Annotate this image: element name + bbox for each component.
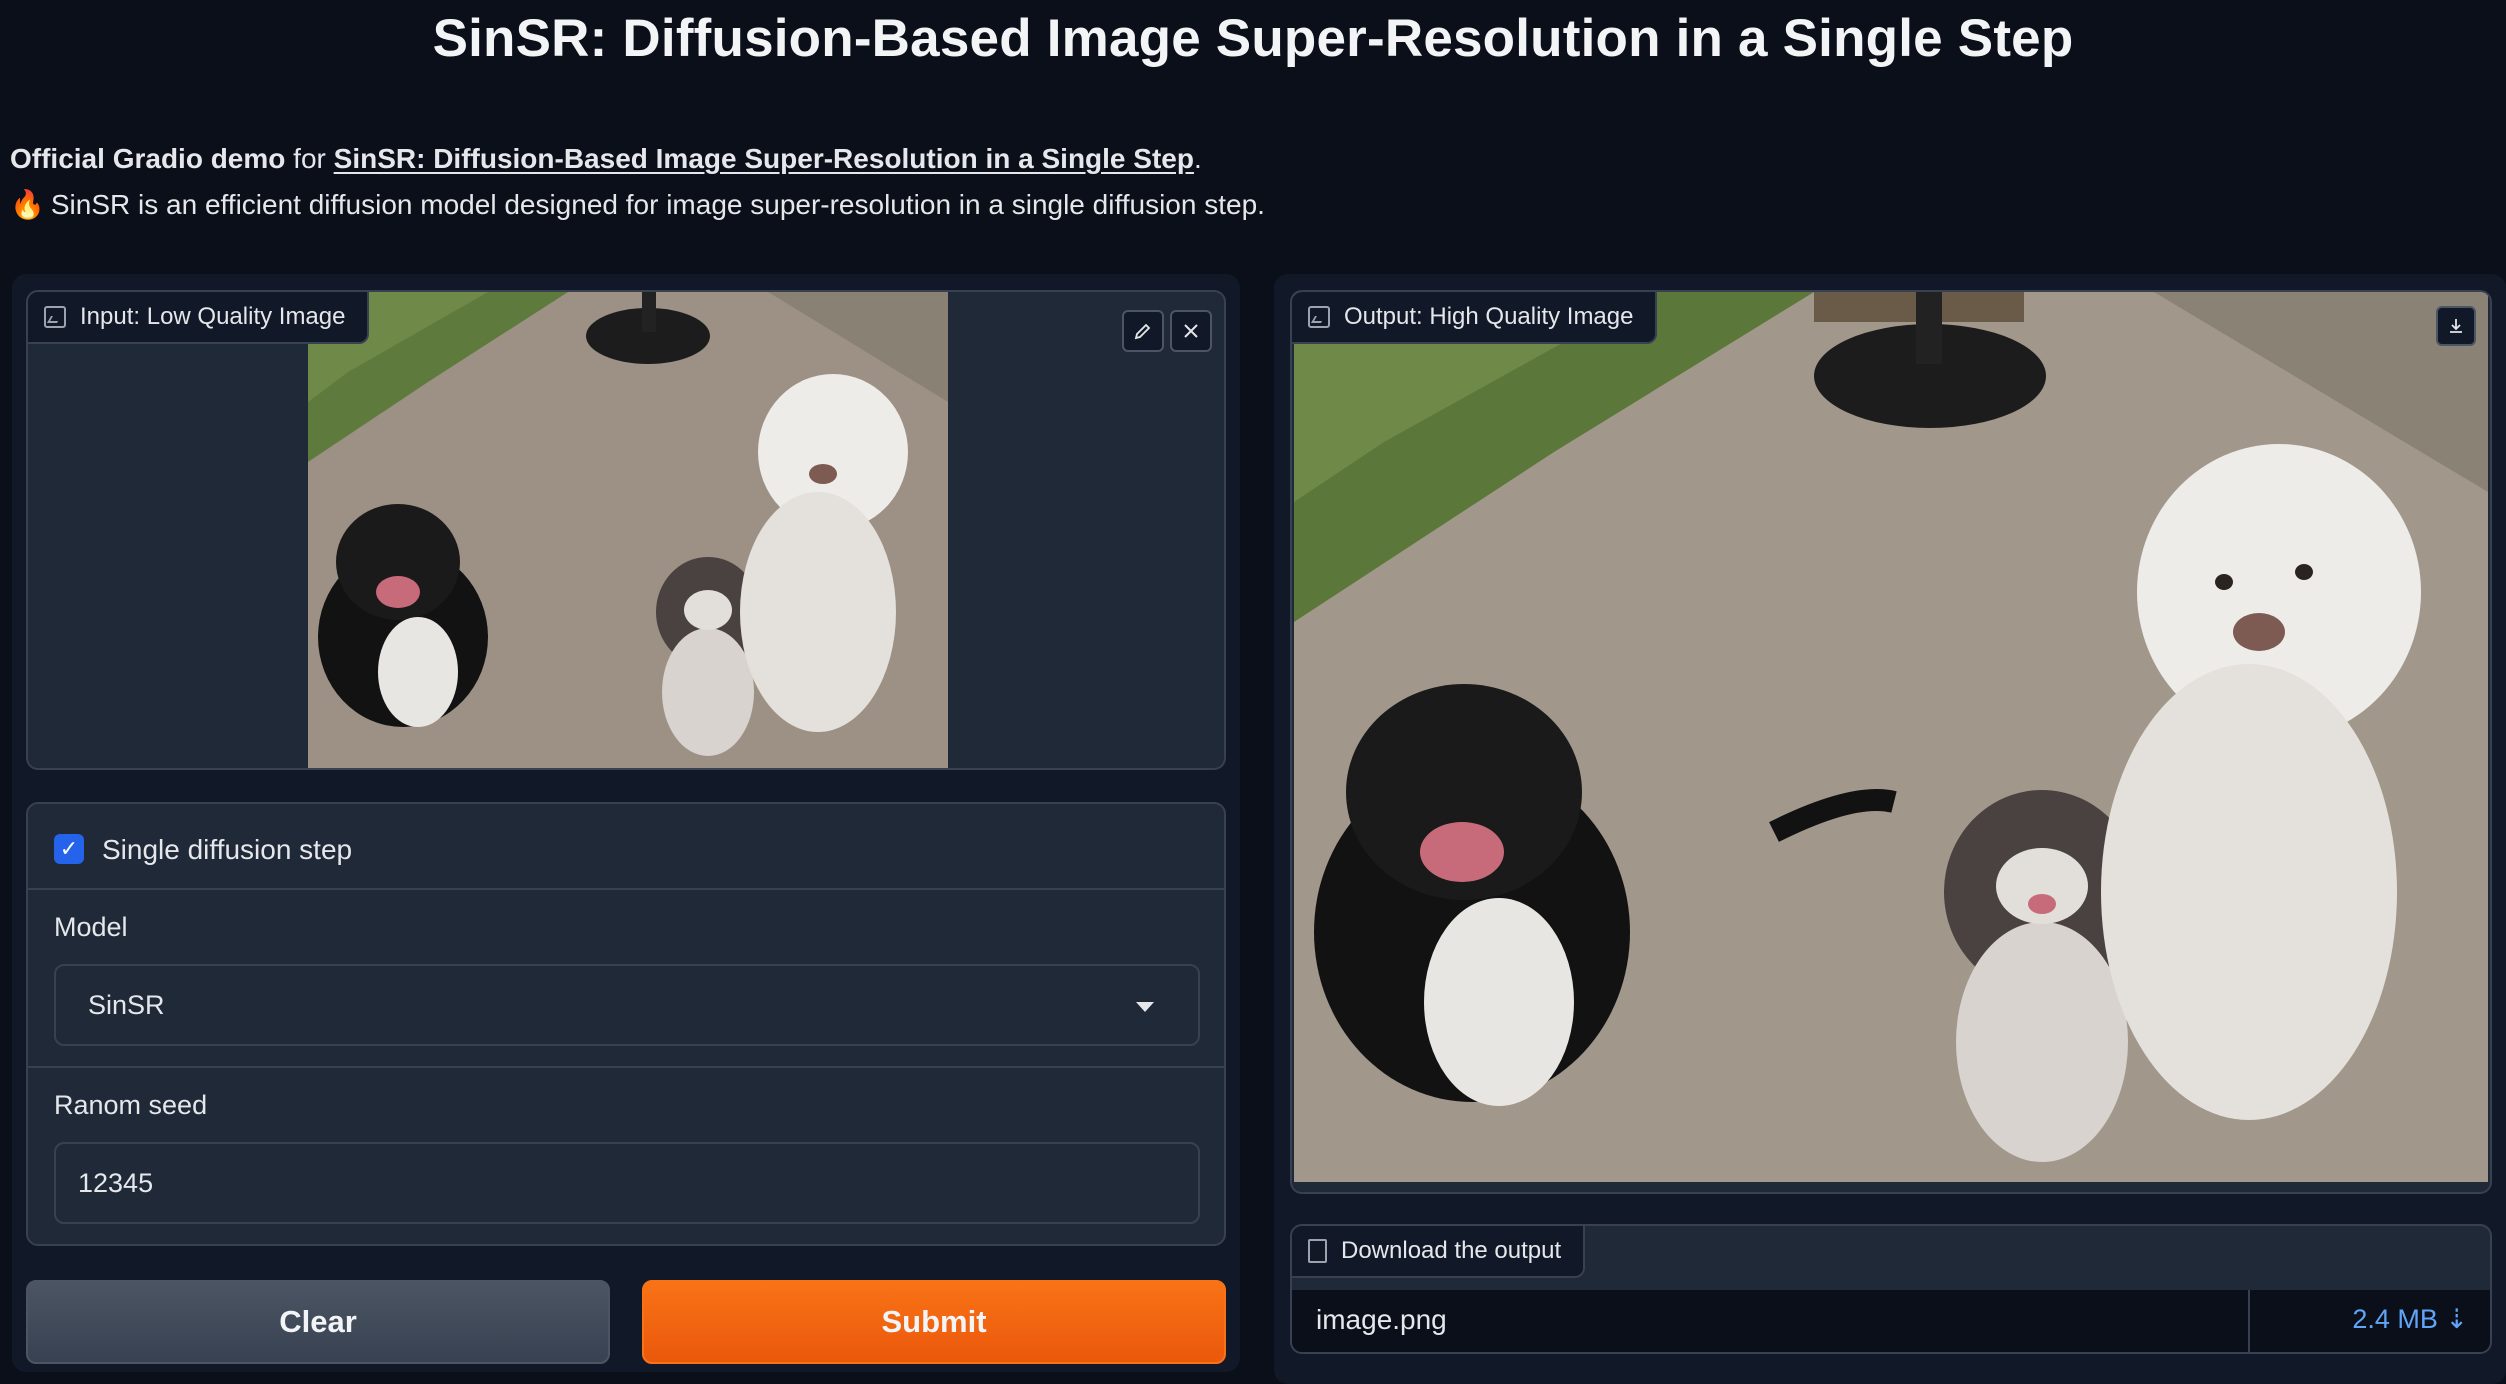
- description-bold: Official Gradio demo: [10, 143, 286, 174]
- close-icon: [1184, 324, 1198, 338]
- description-text: SinSR is an efficient diffusion model de…: [50, 189, 1265, 220]
- input-image: [308, 292, 948, 768]
- options-panel: ✓ Single diffusion step Model SinSR Rano…: [26, 802, 1226, 1246]
- clear-button[interactable]: Clear: [26, 1280, 610, 1364]
- output-image-label: Output: High Quality Image: [1292, 292, 1658, 344]
- image-icon: [1308, 306, 1330, 328]
- output-image-label-text: Output: High Quality Image: [1344, 303, 1634, 330]
- download-panel: Download the output image.png 2.4 MB ⇣: [1290, 1224, 2492, 1354]
- seed-label: Ranom seed: [54, 1090, 208, 1120]
- page-title: SinSR: Diffusion-Based Image Super-Resol…: [432, 9, 2074, 68]
- model-label: Model: [54, 912, 128, 942]
- file-name[interactable]: image.png: [1316, 1304, 1447, 1336]
- seed-row: Ranom seed 12345: [28, 1066, 1224, 1246]
- download-image-button[interactable]: [2436, 306, 2476, 346]
- submit-button[interactable]: Submit: [642, 1280, 1226, 1364]
- seed-value: 12345: [78, 1168, 154, 1198]
- output-image: [1294, 292, 2488, 1182]
- single-step-label: Single diffusion step: [102, 834, 353, 865]
- input-image-label-text: Input: Low Quality Image: [80, 303, 346, 330]
- pencil-icon: [1134, 323, 1151, 340]
- file-icon: [1308, 1239, 1327, 1263]
- download-label: Download the output: [1292, 1226, 1586, 1278]
- model-dropdown[interactable]: SinSR: [54, 964, 1200, 1046]
- seed-input[interactable]: 12345: [54, 1142, 1200, 1224]
- single-step-row: ✓ Single diffusion step: [28, 804, 1224, 888]
- description-period: .: [1193, 143, 1202, 174]
- input-image-panel[interactable]: Input: Low Quality Image: [26, 290, 1226, 770]
- file-size-download-link[interactable]: 2.4 MB ⇣: [2352, 1304, 2468, 1335]
- dogs-photo-small: [308, 292, 948, 768]
- image-icon: [44, 306, 66, 328]
- description-for: for: [293, 143, 326, 174]
- single-step-checkbox[interactable]: ✓: [54, 834, 84, 864]
- model-value: SinSR: [88, 990, 165, 1020]
- download-icon: [2450, 319, 2462, 333]
- description-line-2: 🔥 SinSR is an efficient diffusion model d…: [10, 188, 1265, 221]
- input-image-label: Input: Low Quality Image: [28, 292, 370, 344]
- divider: [2248, 1290, 2250, 1352]
- paper-link[interactable]: SinSR: Diffusion-Based Image Super-Resol…: [334, 143, 1194, 174]
- edit-button[interactable]: [1122, 310, 1164, 352]
- dogs-photo-large: [1294, 292, 2488, 1182]
- model-row: Model SinSR: [28, 888, 1224, 1068]
- chevron-down-icon: [1136, 1002, 1154, 1012]
- download-file-row[interactable]: image.png 2.4 MB ⇣: [1292, 1290, 2490, 1352]
- output-image-panel: Output: High Quality Image: [1290, 290, 2492, 1194]
- download-label-text: Download the output: [1341, 1237, 1562, 1264]
- description-line-1: Official Gradio demo for SinSR: Diffusio…: [10, 143, 1202, 175]
- clear-image-button[interactable]: [1170, 310, 1212, 352]
- fire-icon: 🔥: [10, 189, 45, 220]
